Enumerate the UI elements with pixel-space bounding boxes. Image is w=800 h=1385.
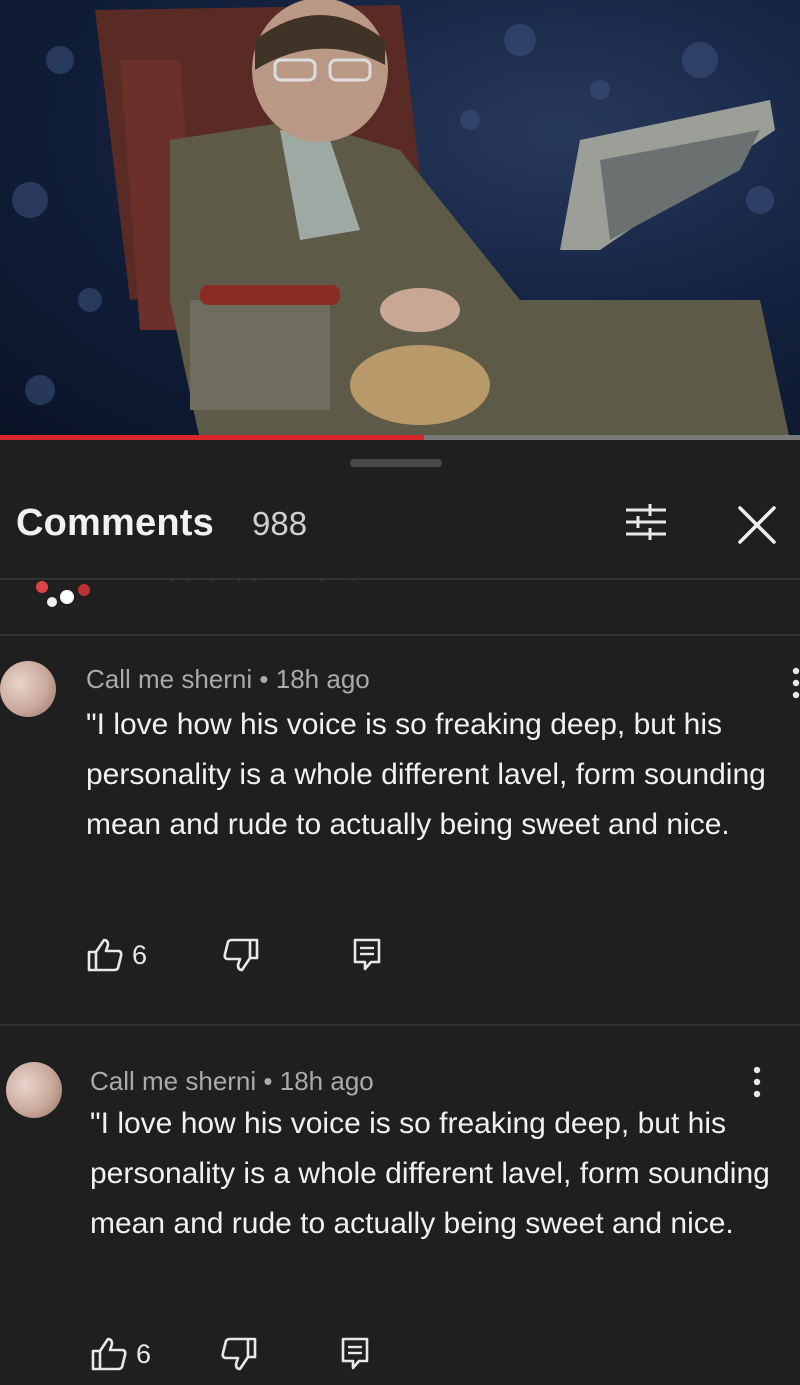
drag-handle[interactable] [350,459,442,467]
user-avatar [22,580,104,610]
dislike-button[interactable] [222,935,260,975]
comment-more-button[interactable] [784,665,800,701]
comment-author[interactable]: Call me sherni [90,1066,256,1096]
comments-panel: Comments 988 Call me sherni • 18h ago "I… [0,440,800,1385]
comment-author-avatar[interactable] [0,661,56,717]
comment-time: 18h ago [275,664,370,694]
thumbs-up-icon [91,1337,127,1371]
comments-count: 988 [252,505,308,542]
meta-separator: • [263,1066,273,1096]
more-vertical-icon [792,667,800,699]
reply-button[interactable] [340,1334,370,1374]
like-button[interactable]: 6 [90,1334,151,1374]
thumbs-down-icon [221,1337,257,1371]
close-icon [738,506,776,544]
close-button[interactable] [732,500,782,550]
reply-comment-icon [341,1337,369,1370]
comment-author[interactable]: Call me sherni [86,664,252,694]
comment-text: "I love how his voice is so freaking dee… [90,1107,770,1240]
sort-filter-icon [626,504,666,540]
comment-meta: Call me sherni • 18h ago [86,664,370,695]
comment-item: Call me sherni • 18h ago "I love how his… [0,635,800,1025]
reply-button[interactable] [352,935,382,975]
thumbs-down-icon [223,938,259,972]
thumbs-up-icon [87,938,123,972]
like-count: 6 [136,1338,152,1369]
reply-comment-icon [353,938,381,971]
comment-author-avatar[interactable] [6,1062,62,1118]
comment-time: 18h ago [279,1066,374,1096]
comment-item: Call me sherni • 18h ago "I love how his… [0,1026,800,1385]
video-frame [12,0,790,440]
comments-title: Comments [16,502,214,544]
like-button[interactable]: 6 [86,935,147,975]
sort-button[interactable] [620,500,672,544]
comment-meta: Call me sherni • 18h ago [90,1066,374,1097]
add-comment-input[interactable]: Add a comment... [145,580,380,588]
meta-separator: • [259,664,269,694]
comment-more-button[interactable] [745,1064,769,1100]
more-vertical-icon [753,1066,761,1098]
dislike-button[interactable] [220,1334,258,1374]
video-player[interactable] [0,0,800,440]
comment-text: "I love how his voice is so freaking dee… [86,708,766,841]
add-comment-row[interactable]: Add a comment... [0,580,800,635]
like-count: 6 [132,939,148,970]
